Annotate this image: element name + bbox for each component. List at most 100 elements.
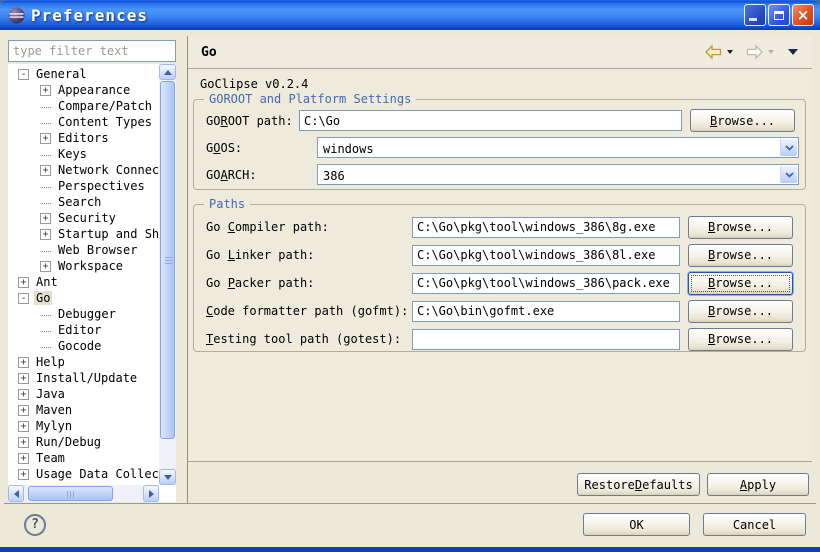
forward-history-dropdown-icon[interactable]: [768, 50, 774, 54]
tree-toggle-icon[interactable]: [18, 469, 29, 480]
back-history-dropdown-icon[interactable]: [727, 50, 733, 54]
goroot-path-input[interactable]: [299, 110, 682, 131]
tree-item[interactable]: Startup and Shu: [8, 226, 159, 242]
tree-toggle-icon[interactable]: [40, 133, 51, 144]
scroll-down-button[interactable]: [159, 469, 176, 485]
scroll-left-button[interactable]: [8, 485, 24, 502]
goarch-select[interactable]: 386: [317, 164, 799, 185]
path-input[interactable]: [412, 329, 680, 350]
apply-button[interactable]: Apply: [707, 473, 809, 496]
filter-input[interactable]: [8, 40, 176, 62]
ok-button[interactable]: OK: [583, 513, 690, 536]
tree-item[interactable]: Web Browser: [8, 242, 159, 258]
goos-select[interactable]: windows: [317, 137, 799, 158]
tree-toggle-icon[interactable]: [18, 437, 29, 448]
tree-item[interactable]: Team: [8, 450, 159, 466]
tree-toggle-icon[interactable]: [40, 149, 51, 160]
tree-toggle-icon[interactable]: [18, 453, 29, 464]
scroll-right-button[interactable]: [143, 485, 159, 502]
tree-horizontal-scrollbar[interactable]: [8, 485, 159, 502]
tree-toggle-icon[interactable]: [40, 309, 51, 320]
tree-item-label: Network Connect: [56, 163, 159, 177]
tree-item[interactable]: Keys: [8, 146, 159, 162]
path-input[interactable]: [412, 245, 680, 266]
tree-toggle-icon[interactable]: [40, 85, 51, 96]
tree-item[interactable]: Editor: [8, 322, 159, 338]
chevron-down-icon[interactable]: [780, 139, 797, 156]
browse-button[interactable]: Browse...: [688, 272, 793, 295]
maximize-button[interactable]: [768, 4, 790, 26]
tree-toggle-icon[interactable]: [40, 341, 51, 352]
tree-item[interactable]: Ant: [8, 274, 159, 290]
tree-item[interactable]: Install/Update: [8, 370, 159, 386]
tree-item[interactable]: Security: [8, 210, 159, 226]
tree-item-label: Java: [34, 387, 67, 401]
tree-item[interactable]: Mylyn: [8, 418, 159, 434]
horizontal-scroll-thumb[interactable]: [28, 486, 113, 501]
tree-item[interactable]: Go: [8, 290, 159, 306]
tree-item[interactable]: Content Types: [8, 114, 159, 130]
path-row: Go Compiler path: Browse...: [194, 213, 805, 241]
tree-item[interactable]: General: [8, 66, 159, 82]
close-button[interactable]: ×: [792, 4, 814, 26]
tree-item[interactable]: Run/Debug: [8, 434, 159, 450]
tree-toggle-icon[interactable]: [40, 261, 51, 272]
view-menu-icon[interactable]: [788, 49, 798, 55]
browse-button[interactable]: Browse...: [688, 216, 793, 239]
browse-button[interactable]: Browse...: [688, 244, 793, 267]
tree-toggle-icon[interactable]: [18, 389, 29, 400]
help-button[interactable]: ?: [24, 514, 46, 536]
tree-toggle-icon[interactable]: [40, 197, 51, 208]
tree-vertical-scrollbar[interactable]: [159, 64, 176, 485]
tree-toggle-icon[interactable]: [18, 421, 29, 432]
tree-toggle-icon[interactable]: [18, 293, 29, 304]
group-title: GOROOT and Platform Settings: [204, 92, 416, 106]
tree-item[interactable]: Help: [8, 354, 159, 370]
tree-item[interactable]: Appearance: [8, 82, 159, 98]
tree-toggle-icon[interactable]: [40, 213, 51, 224]
tree-toggle-icon[interactable]: [18, 69, 29, 80]
tree-item[interactable]: Search: [8, 194, 159, 210]
tree-toggle-icon[interactable]: [40, 165, 51, 176]
browse-button[interactable]: Browse...: [688, 328, 793, 351]
maximize-icon: [774, 11, 784, 20]
browse-button[interactable]: Browse...: [688, 300, 793, 323]
tree-item-label: Editor: [56, 323, 103, 337]
minimize-button[interactable]: [744, 4, 766, 26]
tree-toggle-icon[interactable]: [40, 245, 51, 256]
tree-toggle-icon[interactable]: [40, 325, 51, 336]
goroot-browse-button[interactable]: Browse...: [690, 109, 795, 132]
tree-toggle-icon[interactable]: [40, 229, 51, 240]
scroll-up-button[interactable]: [159, 64, 176, 80]
tree-item[interactable]: Gocode: [8, 338, 159, 354]
tree-item[interactable]: Workspace: [8, 258, 159, 274]
path-input[interactable]: [412, 301, 680, 322]
preference-page-content: GoClipse v0.2.4 GOROOT and Platform Sett…: [188, 69, 812, 461]
tree-toggle-icon[interactable]: [18, 405, 29, 416]
restore-defaults-button[interactable]: Restore Defaults: [577, 473, 700, 496]
vertical-scroll-thumb[interactable]: [160, 81, 175, 439]
path-input[interactable]: [412, 273, 680, 294]
tree-item[interactable]: Debugger: [8, 306, 159, 322]
tree-toggle-icon[interactable]: [18, 373, 29, 384]
page-title: Go: [201, 45, 217, 60]
tree-toggle-icon[interactable]: [40, 117, 51, 128]
path-input[interactable]: [412, 217, 680, 238]
tree-item[interactable]: Compare/Patch: [8, 98, 159, 114]
tree-item[interactable]: Java: [8, 386, 159, 402]
tree-toggle-icon[interactable]: [40, 101, 51, 112]
tree-toggle-icon[interactable]: [18, 277, 29, 288]
tree-item[interactable]: Perspectives: [8, 178, 159, 194]
tree-item[interactable]: Maven: [8, 402, 159, 418]
tree-toggle-icon[interactable]: [18, 357, 29, 368]
tree-item[interactable]: Editors: [8, 130, 159, 146]
tree-toggle-icon[interactable]: [40, 181, 51, 192]
back-icon[interactable]: [704, 44, 723, 60]
cancel-button[interactable]: Cancel: [703, 513, 806, 536]
tree-item[interactable]: Usage Data Collect: [8, 466, 159, 482]
title-bar[interactable]: Preferences ×: [0, 0, 820, 30]
goarch-label: GOARCH:: [206, 168, 317, 182]
chevron-down-icon[interactable]: [780, 166, 797, 183]
forward-icon[interactable]: [745, 44, 764, 60]
tree-item[interactable]: Network Connect: [8, 162, 159, 178]
